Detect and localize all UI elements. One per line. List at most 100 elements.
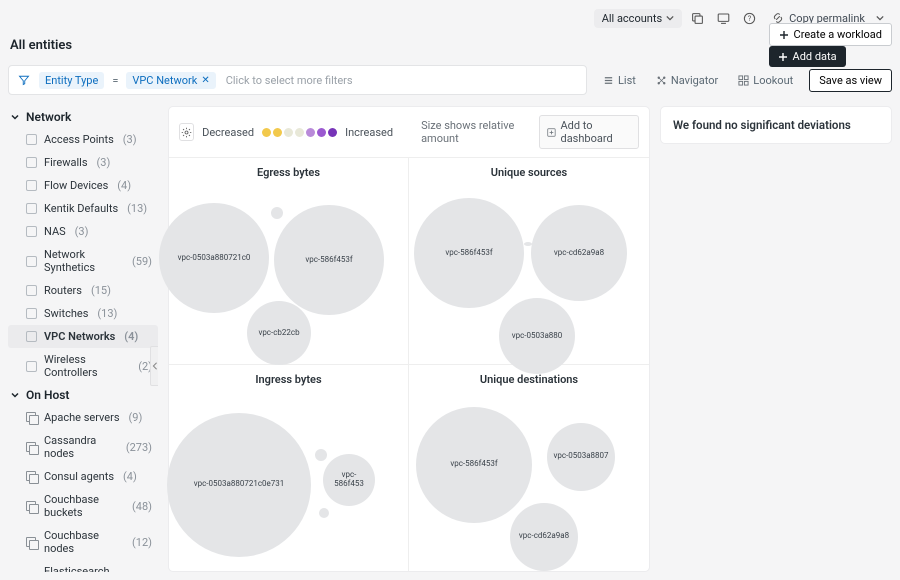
deviations-message: We found no significant deviations bbox=[673, 118, 851, 132]
filter-chip-value[interactable]: VPC Network ✕ bbox=[126, 72, 215, 89]
checkbox-icon bbox=[26, 134, 37, 145]
sidebar-item[interactable]: NAS (3) bbox=[8, 220, 158, 243]
viz-bubble[interactable]: vpc-0503a880721c0 bbox=[159, 203, 269, 313]
sidebar-item-count: (3) bbox=[123, 133, 137, 146]
viz-bubble[interactable]: vpc-cb22cb bbox=[247, 301, 311, 365]
sidebar-item-count: (4) bbox=[123, 470, 137, 483]
chevron-down-icon bbox=[10, 112, 20, 122]
filter-placeholder[interactable]: Click to select more filters bbox=[226, 74, 580, 87]
plus-icon bbox=[778, 52, 788, 62]
filter-chip-key-label: Entity Type bbox=[45, 74, 98, 87]
viz-bubble[interactable]: vpc-586f453f bbox=[416, 407, 532, 523]
add-to-dashboard-button[interactable]: Add to dashboard bbox=[539, 115, 639, 149]
stack-icon bbox=[26, 442, 37, 453]
viz-cell-title: Unique destinations bbox=[409, 365, 649, 386]
stack-icon bbox=[26, 537, 37, 548]
create-workload-button[interactable]: Create a workload bbox=[769, 23, 892, 46]
legend-dot bbox=[273, 128, 282, 137]
plus-square-icon bbox=[547, 127, 556, 138]
viz-bubble[interactable]: vpc-0503a880721c0e731 bbox=[167, 413, 311, 557]
view-lookout-label: Lookout bbox=[753, 74, 793, 87]
sidebar-item[interactable]: Kentik Defaults(13) bbox=[8, 197, 158, 220]
chevron-down-icon bbox=[666, 14, 674, 22]
sidebar-item-count: (4) bbox=[117, 179, 131, 192]
sidebar-item[interactable]: Flow Devices(4) bbox=[8, 174, 158, 197]
sidebar-item[interactable]: Firewalls(3) bbox=[8, 151, 158, 174]
viz-bubble[interactable]: vpc-586f453f bbox=[274, 205, 384, 315]
sidebar: Network Access Points (3) Firewalls(3)Flow … bbox=[8, 106, 158, 572]
viz-cell-title: Ingress bytes bbox=[169, 365, 408, 386]
viz-bubble[interactable] bbox=[271, 207, 283, 219]
viz-cell: Egress bytesvpc-0503a880721c0vpc-586f453… bbox=[169, 158, 409, 365]
sidebar-item[interactable]: Wireless Controllers(2) bbox=[8, 348, 158, 384]
sidebar-item-label: Wireless Controllers bbox=[44, 353, 129, 379]
viz-bubble[interactable]: vpc-586f453 bbox=[323, 454, 375, 506]
view-navigator-button[interactable]: Navigator bbox=[648, 70, 726, 91]
sidebar-item[interactable]: Couchbase nodes(12) bbox=[8, 524, 158, 560]
accounts-label: All accounts bbox=[602, 12, 662, 25]
stack-icon bbox=[26, 471, 37, 482]
checkbox-icon bbox=[26, 203, 37, 214]
legend-dot bbox=[306, 128, 315, 137]
checkbox-icon bbox=[26, 180, 37, 191]
sidebar-group-label: On Host bbox=[26, 388, 69, 402]
share-icon[interactable] bbox=[686, 7, 708, 29]
sidebar-item-count: (185) bbox=[126, 572, 152, 573]
sidebar-item-label: Access Points bbox=[44, 133, 114, 146]
tv-icon[interactable] bbox=[712, 7, 734, 29]
legend-decreased-label: Decreased bbox=[202, 126, 254, 139]
sidebar-item-count: (4) bbox=[124, 330, 138, 343]
sidebar-collapse-handle[interactable] bbox=[150, 346, 158, 386]
chevron-down-icon bbox=[10, 390, 20, 400]
sidebar-item-label: Network Synthetics bbox=[44, 248, 123, 274]
sidebar-item[interactable]: VPC Networks(4) bbox=[8, 325, 158, 348]
create-workload-label: Create a workload bbox=[794, 28, 882, 41]
legend-dot bbox=[317, 128, 326, 137]
viz-bubble[interactable]: vpc-0503a8807 bbox=[547, 423, 615, 491]
sidebar-item[interactable]: Cassandra nodes(273) bbox=[8, 429, 158, 465]
viz-bubble[interactable]: vpc-0503a880 bbox=[499, 298, 575, 374]
sidebar-item[interactable]: Consul agents(4) bbox=[8, 465, 158, 488]
sidebar-item[interactable]: Switches(13) bbox=[8, 302, 158, 325]
lookout-icon bbox=[738, 75, 749, 86]
viz-bubble[interactable]: vpc-586f453f bbox=[414, 198, 524, 308]
filter-bar[interactable]: Entity Type = VPC Network ✕ Click to sel… bbox=[8, 65, 587, 95]
sidebar-group-header[interactable]: On Host bbox=[8, 384, 158, 406]
page-title: All entities bbox=[10, 38, 769, 53]
help-icon[interactable]: ? bbox=[738, 7, 760, 29]
viz-bubble[interactable] bbox=[524, 242, 532, 246]
filter-chip-key[interactable]: Entity Type bbox=[39, 72, 104, 89]
chevron-left-icon bbox=[152, 362, 158, 370]
sidebar-item[interactable]: Elasticsearch nodes(185) bbox=[8, 560, 158, 572]
sidebar-item[interactable]: Access Points (3) bbox=[8, 128, 158, 151]
sidebar-item-count: (3) bbox=[75, 225, 89, 238]
accounts-dropdown[interactable]: All accounts bbox=[594, 9, 682, 28]
sidebar-item-label: Couchbase buckets bbox=[44, 493, 123, 519]
sidebar-item[interactable]: Network Synthetics(59) bbox=[8, 243, 158, 279]
sidebar-item-label: Couchbase nodes bbox=[44, 529, 123, 555]
settings-button[interactable] bbox=[179, 123, 194, 141]
checkbox-icon bbox=[26, 157, 37, 168]
viz-bubble[interactable] bbox=[319, 508, 329, 518]
sidebar-item-count: (15) bbox=[91, 284, 111, 297]
sidebar-item-label: NAS bbox=[44, 225, 66, 238]
legend-scale bbox=[262, 128, 337, 137]
filter-chip-remove-icon[interactable]: ✕ bbox=[201, 75, 209, 86]
stack-icon bbox=[26, 412, 37, 423]
sidebar-item[interactable]: Couchbase buckets(48) bbox=[8, 488, 158, 524]
stack-icon bbox=[26, 501, 37, 512]
view-list-button[interactable]: List bbox=[595, 70, 644, 91]
filter-chip-op: = bbox=[110, 74, 120, 87]
sidebar-item[interactable]: Apache servers(9) bbox=[8, 406, 158, 429]
viz-bubble[interactable]: vpc-cd62a9a8 bbox=[510, 503, 578, 571]
save-as-view-button[interactable]: Save as view bbox=[809, 69, 892, 92]
legend-dot bbox=[295, 128, 304, 137]
sidebar-item[interactable]: Routers(15) bbox=[8, 279, 158, 302]
sidebar-item-label: Cassandra nodes bbox=[44, 434, 117, 460]
sidebar-group-header[interactable]: Network bbox=[8, 106, 158, 128]
view-list-label: List bbox=[618, 74, 636, 87]
svg-text:?: ? bbox=[747, 13, 751, 22]
view-lookout-button[interactable]: Lookout bbox=[730, 70, 801, 91]
viz-bubble[interactable] bbox=[315, 449, 327, 461]
viz-bubble[interactable]: vpc-cd62a9a8 bbox=[531, 205, 627, 301]
